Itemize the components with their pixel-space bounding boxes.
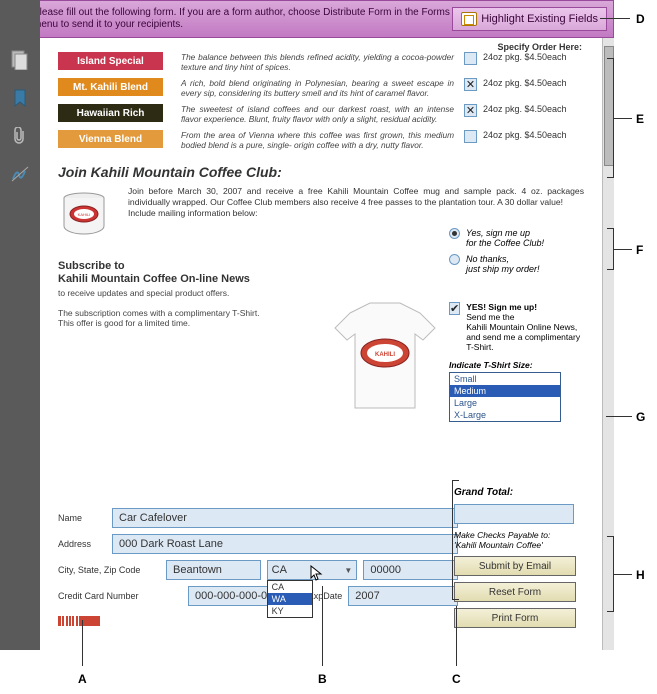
name-field[interactable]: Car Cafelover [112,508,458,528]
club-title: Join Kahili Mountain Coffee Club: [58,164,584,180]
state-option[interactable]: KY [268,605,312,617]
order-price: 24oz pkg. $4.50each [483,130,567,140]
coffee-description: From the area of Vienna where this coffe… [181,130,464,150]
subscribe-note: The subscription comes with a compliment… [58,308,328,328]
form-instruction: Please fill out the following form. If y… [7,7,452,31]
state-dropdown[interactable]: CAWAKY [267,580,313,618]
form-page: Specify Order Here: Island Special The ba… [40,38,602,650]
radio-no-club[interactable]: No thanks, just ship my order! [449,254,584,274]
highlight-fields-button[interactable]: Highlight Existing Fields [452,7,607,31]
svg-text:KAHILI: KAHILI [78,212,91,217]
size-option[interactable]: Small [450,373,560,385]
navigation-pane [0,0,40,650]
tshirt-image: KAHILI [320,298,450,418]
specify-order-header: Specify Order Here: [497,42,582,52]
radio-yes-club[interactable]: Yes, sign me up for the Coffee Club! [449,228,584,248]
attachment-icon[interactable] [10,126,30,146]
reset-button[interactable]: Reset Form [454,582,576,602]
print-button[interactable]: Print Form [454,608,576,628]
callout-b: B [318,672,327,686]
order-checkbox[interactable]: ✕ [464,104,477,117]
form-instruction-text: Please fill out the following form. If y… [33,7,450,30]
coffee-mug-image: KAHILI [58,186,118,246]
svg-text:KAHILI: KAHILI [375,352,395,358]
callout-h: H [636,568,645,582]
callout-e: E [636,112,644,126]
callout-d: D [636,12,645,26]
submit-button[interactable]: Submit by Email [454,556,576,576]
chevron-down-icon: ▼ [344,566,352,575]
callout-c: C [452,672,461,686]
size-option[interactable]: Large [450,397,560,409]
coffee-row: Hawaiian Rich The sweetest of island coff… [58,104,584,124]
callout-g: G [636,410,645,424]
radio-yes-label: Yes, sign me up for the Coffee Club! [466,228,544,248]
state-value: CA [272,564,287,576]
cc-label: Credit Card Number [58,591,188,601]
exp-label: ExpDate [308,591,343,601]
bookmark-icon[interactable] [10,88,30,108]
order-price: 24oz pkg. $4.50each [483,104,567,114]
order-checkbox[interactable]: ✕ [464,78,477,91]
coffee-name: Vienna Blend [58,130,163,148]
pages-icon[interactable] [10,50,30,70]
subscribe-title: Subscribe to Kahili Mountain Coffee On-l… [58,260,328,286]
csz-label: City, State, Zip Code [58,565,166,575]
highlight-icon [461,12,477,26]
tshirt-size-listbox[interactable]: SmallMediumLargeX-Large [449,372,561,422]
exp-field[interactable]: 2007 [348,586,458,606]
document-message-bar: Please fill out the following form. If y… [0,0,614,38]
signup-checkbox[interactable]: ✔ [449,302,460,315]
coffee-description: The sweetest of island coffees and our d… [181,104,464,124]
grand-total-label: Grand Total: [454,487,584,498]
order-price: 24oz pkg. $4.50each [483,52,567,62]
size-option[interactable]: X-Large [450,409,560,421]
payable-text: Make Checks Payable to: 'Kahili Mountain… [454,530,584,550]
highlight-label: Highlight Existing Fields [481,13,598,25]
zip-field[interactable]: 00000 [363,560,458,580]
state-option[interactable]: WA [268,593,312,605]
address-label: Address [58,539,112,549]
size-option[interactable]: Medium [450,385,560,397]
subscribe-desc: to receive updates and special product o… [58,288,328,298]
callout-f: F [636,243,643,257]
radio-icon [449,254,460,265]
coffee-description: A rich, bold blend originating in Polyne… [181,78,464,98]
coffee-row: Island Special The balance between this b… [58,52,584,72]
signup-text: Send me the Kahili Mountain Online News,… [466,312,580,352]
order-checkbox[interactable] [464,52,477,65]
address-field[interactable]: 000 Dark Roast Lane [112,534,458,554]
city-field[interactable]: Beantown [166,560,261,580]
coffee-name: Mt. Kahili Blend [58,78,163,96]
order-checkbox[interactable] [464,130,477,143]
coffee-name: Hawaiian Rich [58,104,163,122]
state-option[interactable]: CA [268,581,312,593]
barcode-image [58,616,100,626]
coffee-row: Vienna Blend From the area of Vienna wher… [58,130,584,150]
signatures-icon[interactable] [10,164,30,184]
coffee-name: Island Special [58,52,163,70]
coffee-row: Mt. Kahili Blend A rich, bold blend origi… [58,78,584,98]
radio-icon [449,228,460,239]
grand-total-field[interactable] [454,504,574,524]
tshirt-size-label: Indicate T-Shirt Size: [449,360,584,370]
order-price: 24oz pkg. $4.50each [483,78,567,88]
signup-label: YES! Sign me up! [466,302,537,312]
radio-no-label: No thanks, just ship my order! [466,254,540,274]
callout-a: A [78,672,87,686]
name-label: Name [58,513,112,523]
mouse-cursor-icon [310,565,326,581]
coffee-description: The balance between this blends refined … [181,52,464,72]
